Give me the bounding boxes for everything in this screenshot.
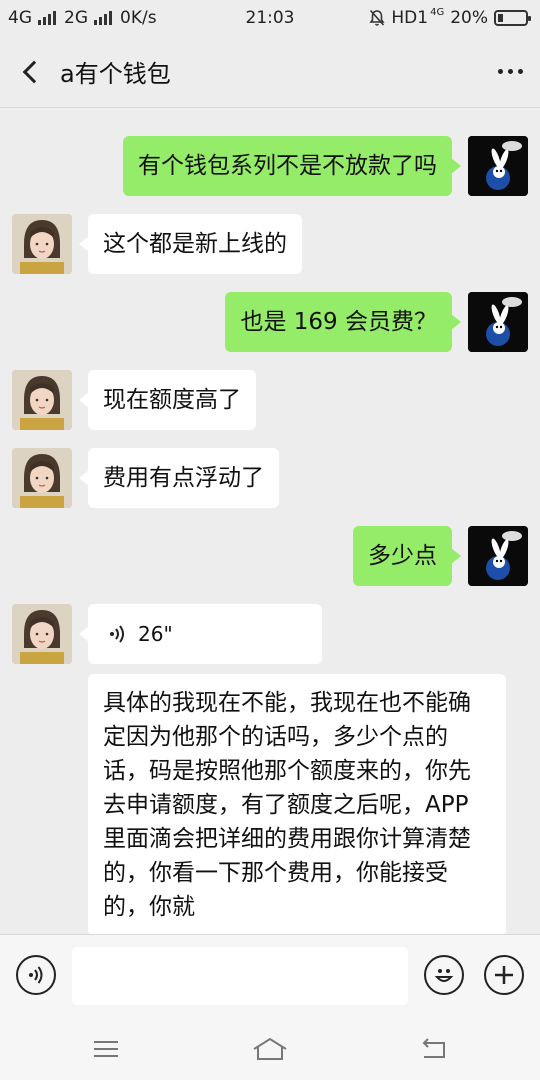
battery-icon: [494, 10, 531, 26]
hd-indicator: HD1: [391, 8, 429, 28]
voice-duration: 26": [138, 622, 173, 646]
received-message-bubble[interactable]: 费用有点浮动了: [79, 448, 279, 508]
sent-message-bubble[interactable]: 有个钱包系列不是不放款了吗: [123, 136, 461, 196]
contact-photo: [12, 604, 72, 664]
battery-fill: [498, 14, 503, 22]
signal-icon: [38, 11, 56, 25]
status-right: HD1 4G 20%: [369, 6, 531, 28]
battery-percent: 20%: [450, 8, 488, 28]
message-row: 也是 169 会员费？: [0, 292, 540, 354]
received-message-bubble[interactable]: 现在额度高了: [79, 370, 256, 430]
message-row: 具体的我现在不能，我现在也不能确定因为他那个的话吗，多少个点的话，码是按照他那个…: [0, 674, 540, 934]
my-avatar[interactable]: [468, 292, 528, 352]
rabbit-avatar-icon: [468, 136, 528, 196]
emoji-icon[interactable]: [424, 955, 464, 995]
chat-header: a有个钱包: [0, 36, 540, 108]
my-avatar[interactable]: [468, 136, 528, 196]
message-row: 费用有点浮动了: [0, 448, 540, 510]
network-speed: 0K/s: [120, 8, 157, 28]
signal-icon-2: [94, 11, 112, 25]
voice-wave-icon: [110, 625, 124, 643]
message-row: 有个钱包系列不是不放款了吗: [0, 136, 540, 198]
sent-message-bubble[interactable]: 也是 169 会员费？: [225, 292, 461, 352]
voice-message: 26": [108, 617, 302, 651]
contact-photo: [12, 448, 72, 508]
contact-avatar[interactable]: [12, 370, 72, 430]
message-row: 多少点: [0, 526, 540, 588]
sent-message-bubble[interactable]: 多少点: [353, 526, 461, 586]
contact-avatar[interactable]: [12, 604, 72, 664]
voice-message-bubble[interactable]: 26": [79, 604, 322, 664]
rabbit-avatar-icon: [468, 292, 528, 352]
rabbit-avatar-icon: [468, 526, 528, 586]
received-message-bubble[interactable]: 具体的我现在不能，我现在也不能确定因为他那个的话吗，多少个点的话，码是按照他那个…: [88, 674, 506, 934]
contact-photo: [12, 370, 72, 430]
chevron-left-icon[interactable]: [0, 36, 60, 108]
more-horizontal-icon[interactable]: [480, 36, 540, 108]
received-message-bubble[interactable]: 这个都是新上线的: [79, 214, 302, 274]
plus-icon[interactable]: [484, 955, 524, 995]
network-type-2: 2G: [64, 8, 88, 28]
back-icon[interactable]: [414, 1032, 454, 1066]
input-bar: [0, 934, 540, 1018]
status-bar: 4G 2G 0K/s 21:03 HD1 4G 20%: [0, 0, 540, 36]
home-icon[interactable]: [250, 1032, 290, 1066]
bell-off-icon: [369, 9, 385, 26]
message-row: 现在额度高了: [0, 370, 540, 432]
network-type-3: 4G: [430, 6, 445, 18]
status-left: 4G 2G 0K/s: [8, 8, 157, 28]
voice-input-icon[interactable]: [16, 955, 56, 995]
message-list[interactable]: 有个钱包系列不是不放款了吗 这个都是新上线的 也是 169 会员费？ 现在额度高…: [0, 108, 540, 934]
network-type-1: 4G: [8, 8, 32, 28]
contact-avatar[interactable]: [12, 448, 72, 508]
message-input[interactable]: [72, 947, 408, 1005]
system-nav-bar: [0, 1018, 540, 1080]
message-row: 这个都是新上线的: [0, 214, 540, 276]
contact-avatar[interactable]: [12, 214, 72, 274]
message-row: 26": [0, 604, 540, 666]
menu-icon[interactable]: [86, 1032, 126, 1066]
my-avatar[interactable]: [468, 526, 528, 586]
contact-photo: [12, 214, 72, 274]
chat-title: a有个钱包: [60, 60, 171, 88]
